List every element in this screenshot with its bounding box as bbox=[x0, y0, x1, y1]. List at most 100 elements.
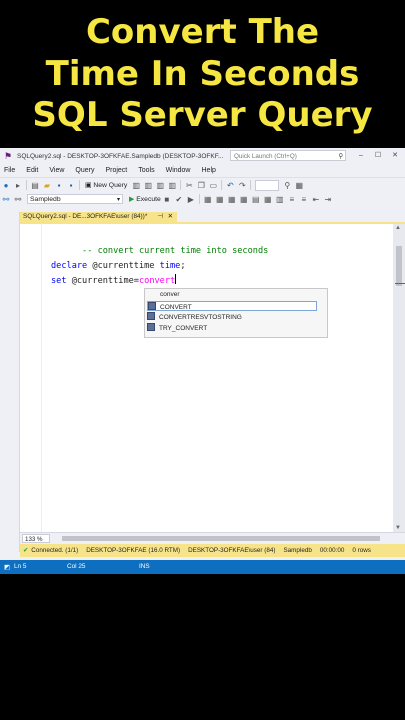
quick-launch-placeholder: Quick Launch (Ctrl+Q) bbox=[234, 153, 297, 160]
execute-button[interactable]: ▶ Execute bbox=[129, 195, 161, 203]
caret-marker bbox=[395, 283, 405, 284]
parse-icon[interactable]: ✔ bbox=[174, 195, 183, 204]
save-all-icon[interactable]: ▪ bbox=[67, 181, 76, 190]
toolbar-separator bbox=[79, 180, 80, 190]
variable-name: @currenttime bbox=[87, 261, 160, 271]
plan-icon-3[interactable]: ▦ bbox=[227, 195, 236, 204]
status-elapsed: 00:00:00 bbox=[319, 547, 345, 554]
scroll-thumb[interactable] bbox=[396, 246, 402, 286]
menu-query[interactable]: Query bbox=[75, 167, 94, 174]
menu-edit[interactable]: Edit bbox=[26, 167, 38, 174]
toolbar-separator bbox=[180, 180, 182, 190]
database-select[interactable]: Sampledb ▾ bbox=[27, 194, 123, 204]
semicolon: ; bbox=[180, 261, 186, 271]
query-icon-3[interactable]: ▥ bbox=[156, 181, 165, 190]
connect-icon[interactable]: ⚯ bbox=[14, 195, 23, 204]
autocomplete-item-convertresvtostring[interactable]: CONVERTRESVTOSTRING bbox=[147, 312, 323, 322]
menu-tools[interactable]: Tools bbox=[138, 167, 154, 174]
editor-vertical-scrollbar[interactable]: ▲ ▼ bbox=[393, 224, 405, 532]
ssms-window: ⚑ SQLQuery2.sql - DESKTOP-3OFKFAE.Sample… bbox=[0, 148, 405, 574]
minimize-icon[interactable]: – bbox=[355, 150, 367, 161]
back-icon[interactable]: ● bbox=[2, 181, 11, 190]
cut-icon[interactable]: ✂ bbox=[185, 181, 194, 190]
autocomplete-item-label: CONVERTRESVTOSTRING bbox=[159, 314, 242, 321]
outdent-icon[interactable]: ⇤ bbox=[311, 195, 320, 204]
tab-title: SQLQuery2.sql - DE...3OFKFAE\user (84))* bbox=[23, 213, 148, 220]
horizontal-scroll-thumb[interactable] bbox=[62, 536, 380, 541]
status-rows: 0 rows bbox=[352, 547, 371, 554]
forward-icon[interactable]: ▸ bbox=[14, 181, 23, 190]
autocomplete-popup: conver CONVERT CONVERTRESVTOSTRING TRY_C… bbox=[144, 288, 328, 338]
autocomplete-item-try-convert[interactable]: TRY_CONVERT bbox=[147, 323, 323, 333]
left-rail bbox=[0, 212, 20, 552]
toolbar-separator bbox=[250, 180, 252, 190]
results-text-icon[interactable]: ▤ bbox=[251, 195, 260, 204]
code-line-3: set @currenttime=convert bbox=[51, 274, 177, 286]
new-project-icon[interactable]: ▤ bbox=[31, 181, 40, 190]
text-cursor bbox=[175, 274, 177, 284]
execute-icon: ▶ bbox=[129, 196, 135, 203]
autocomplete-filter: conver bbox=[160, 291, 180, 298]
query-icon-4[interactable]: ▥ bbox=[168, 181, 177, 190]
comment-icon[interactable]: ≡ bbox=[287, 195, 296, 204]
indent-icon[interactable]: ⇥ bbox=[323, 195, 332, 204]
status-insert-mode: INS bbox=[139, 563, 150, 570]
tab-sqlquery2[interactable]: SQLQuery2.sql - DE...3OFKFAE\user (84))*… bbox=[20, 212, 177, 222]
query-icon[interactable]: ▥ bbox=[132, 181, 141, 190]
ssms-logo-icon: ⚑ bbox=[4, 151, 13, 161]
menu-file[interactable]: File bbox=[4, 167, 15, 174]
find-icon[interactable]: ⚲ bbox=[283, 181, 292, 190]
document-tab-strip: SQLQuery2.sql - DE...3OFKFAE\user (84))*… bbox=[20, 212, 405, 222]
menu-project[interactable]: Project bbox=[105, 167, 127, 174]
code-line-2: declare @currenttime time; bbox=[51, 261, 186, 271]
connected-check-icon: ✔ bbox=[23, 547, 29, 554]
maximize-icon[interactable]: ☐ bbox=[372, 150, 384, 161]
status-server: DESKTOP-3OFKFAE (16.0 RTM) bbox=[86, 547, 181, 554]
properties-icon[interactable]: ▦ bbox=[295, 181, 304, 190]
type-time: time bbox=[159, 261, 181, 271]
function-icon bbox=[147, 323, 155, 331]
results-grid-icon[interactable]: ▦ bbox=[263, 195, 272, 204]
query-status-bar: ✔ Connected. (1/1) DESKTOP-3OFKFAE (16.0… bbox=[20, 544, 405, 557]
plan-icon[interactable]: ▦ bbox=[203, 195, 212, 204]
new-query-button[interactable]: ▣ New Query bbox=[85, 181, 127, 189]
scroll-up-icon[interactable]: ▲ bbox=[395, 225, 401, 231]
tab-close-icon[interactable]: ✕ bbox=[168, 212, 173, 222]
open-file-icon[interactable]: ▰ bbox=[43, 181, 52, 190]
autocomplete-item-convert[interactable]: CONVERT bbox=[147, 301, 317, 311]
menu-window[interactable]: Window bbox=[166, 167, 191, 174]
redo-icon[interactable]: ↷ bbox=[238, 181, 247, 190]
solution-config-select[interactable] bbox=[255, 179, 280, 191]
ide-status-bar: ◩ Ln 5 Col 25 INS bbox=[0, 560, 405, 574]
query-icon-2[interactable]: ▥ bbox=[144, 181, 153, 190]
window-title: SQLQuery2.sql - DESKTOP-3OFKFAE.Sampledb… bbox=[17, 152, 224, 160]
autocomplete-item-label: TRY_CONVERT bbox=[159, 325, 208, 332]
undo-icon[interactable]: ↶ bbox=[226, 181, 235, 190]
menu-view[interactable]: View bbox=[49, 167, 64, 174]
results-file-icon[interactable]: ▥ bbox=[275, 195, 284, 204]
menu-help[interactable]: Help bbox=[202, 167, 216, 174]
plan-icon-2[interactable]: ▦ bbox=[215, 195, 224, 204]
zoom-select[interactable]: 133 % bbox=[22, 534, 50, 543]
paste-icon[interactable]: ▭ bbox=[209, 181, 218, 190]
debug-icon[interactable]: ▶ bbox=[186, 195, 195, 204]
status-indicator-icon: ◩ bbox=[4, 564, 11, 571]
stop-icon[interactable]: ■ bbox=[162, 195, 171, 204]
quick-launch-input[interactable]: Quick Launch (Ctrl+Q) ⚲ bbox=[230, 150, 346, 161]
results-icon[interactable]: ▦ bbox=[239, 195, 248, 204]
sql-editor-toolbar: ⚯ ⚯ Sampledb ▾ ▶ Execute ■ ✔ ▶ ▦ ▦ ▦ ▦ ▤ … bbox=[0, 192, 405, 206]
close-icon[interactable]: ✕ bbox=[389, 150, 401, 161]
headline-line-2: Time In Seconds bbox=[45, 53, 360, 94]
uncomment-icon[interactable]: ≡ bbox=[299, 195, 308, 204]
scroll-down-icon[interactable]: ▼ bbox=[395, 525, 401, 531]
pin-icon[interactable]: ⊣ bbox=[157, 212, 163, 222]
save-icon[interactable]: ▪ bbox=[55, 181, 64, 190]
object-explorer-icon[interactable]: ⚯ bbox=[2, 195, 11, 204]
toolbar-separator bbox=[26, 180, 27, 190]
sql-editor[interactable]: -- convert current time into seconds dec… bbox=[20, 224, 393, 532]
autocomplete-item-label: CONVERT bbox=[160, 304, 192, 311]
function-icon bbox=[147, 312, 155, 320]
code-comment: -- convert current time into seconds bbox=[82, 246, 269, 256]
copy-icon[interactable]: ❐ bbox=[197, 181, 206, 190]
search-icon: ⚲ bbox=[338, 153, 343, 160]
